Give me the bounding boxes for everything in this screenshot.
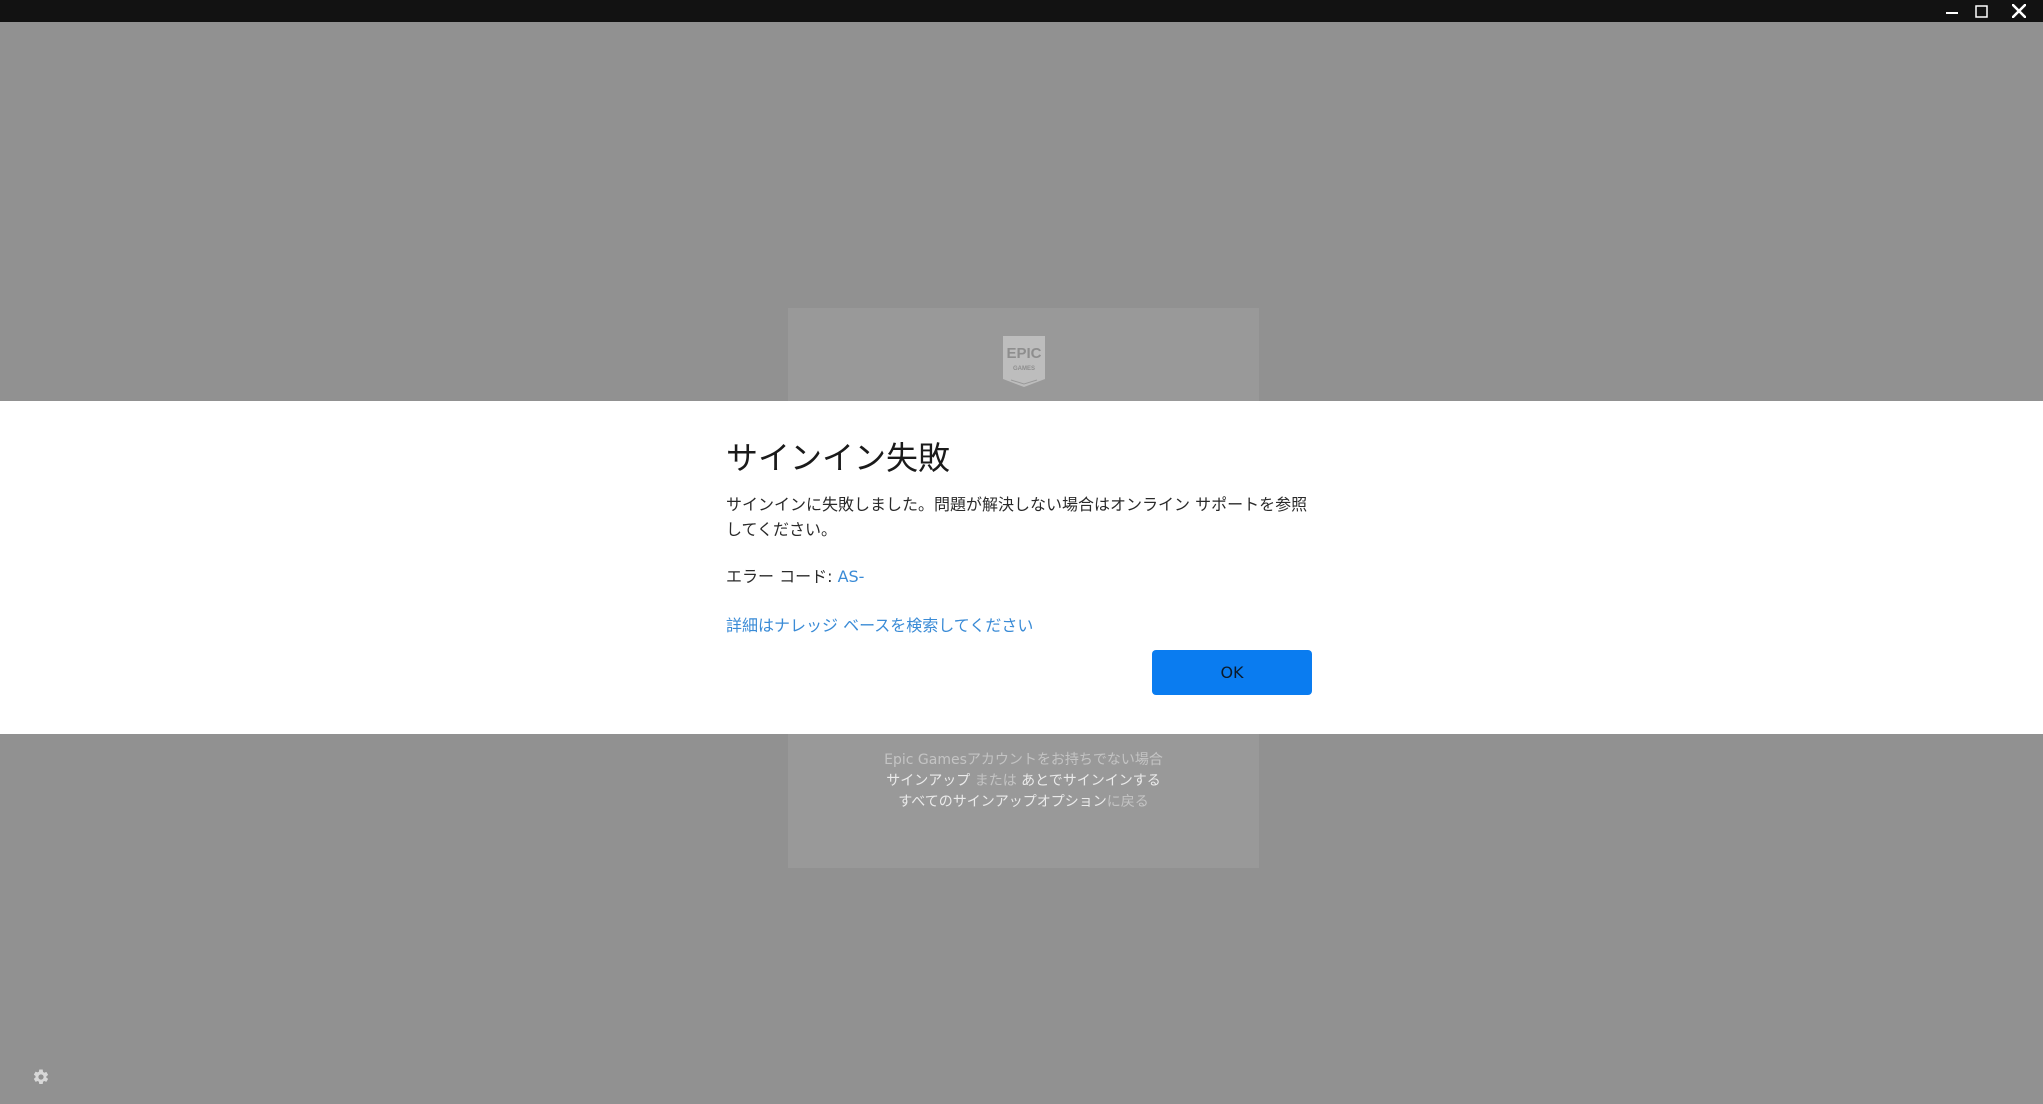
maximize-icon bbox=[1974, 4, 1988, 18]
knowledge-base-link[interactable]: 詳細はナレッジ ベースを検索してください bbox=[726, 614, 1033, 638]
epic-games-logo: EPIC GAMES bbox=[1003, 336, 1045, 387]
error-dialog bbox=[0, 401, 2043, 734]
ok-button[interactable]: OK bbox=[1152, 650, 1312, 695]
dialog-message: サインインに失敗しました。問題が解決しない場合はオンライン サポートを参照してく… bbox=[726, 495, 1308, 539]
minimize-icon bbox=[1946, 12, 1958, 14]
all-signup-options-link[interactable]: すべてのサインアップオプション bbox=[898, 794, 1106, 810]
window-titlebar bbox=[0, 0, 2043, 22]
signup-links: Epic Gamesアカウントをお持ちでない場合 サインアップ または あとでサ… bbox=[788, 750, 1259, 813]
close-icon bbox=[2012, 4, 2026, 18]
minimize-button[interactable] bbox=[1938, 0, 1966, 22]
error-code-label: エラー コード: bbox=[726, 567, 838, 586]
signup-link[interactable]: サインアップ bbox=[886, 773, 970, 789]
sign-in-later-link[interactable]: あとでサインインする bbox=[1021, 773, 1161, 789]
error-code-value[interactable]: AS- bbox=[838, 567, 865, 586]
no-account-text: Epic Gamesアカウントをお持ちでない場合 bbox=[884, 752, 1163, 768]
or-text: または bbox=[970, 773, 1022, 789]
go-back-text: に戻る bbox=[1106, 794, 1149, 810]
settings-gear-icon[interactable] bbox=[32, 1068, 50, 1086]
svg-text:GAMES: GAMES bbox=[1013, 366, 1035, 372]
error-code-line: エラー コード: AS- bbox=[726, 565, 864, 589]
close-button[interactable] bbox=[2005, 0, 2033, 22]
svg-text:EPIC: EPIC bbox=[1006, 345, 1041, 362]
maximize-button[interactable] bbox=[1967, 0, 1995, 22]
dialog-title: サインイン失敗 bbox=[726, 439, 951, 477]
